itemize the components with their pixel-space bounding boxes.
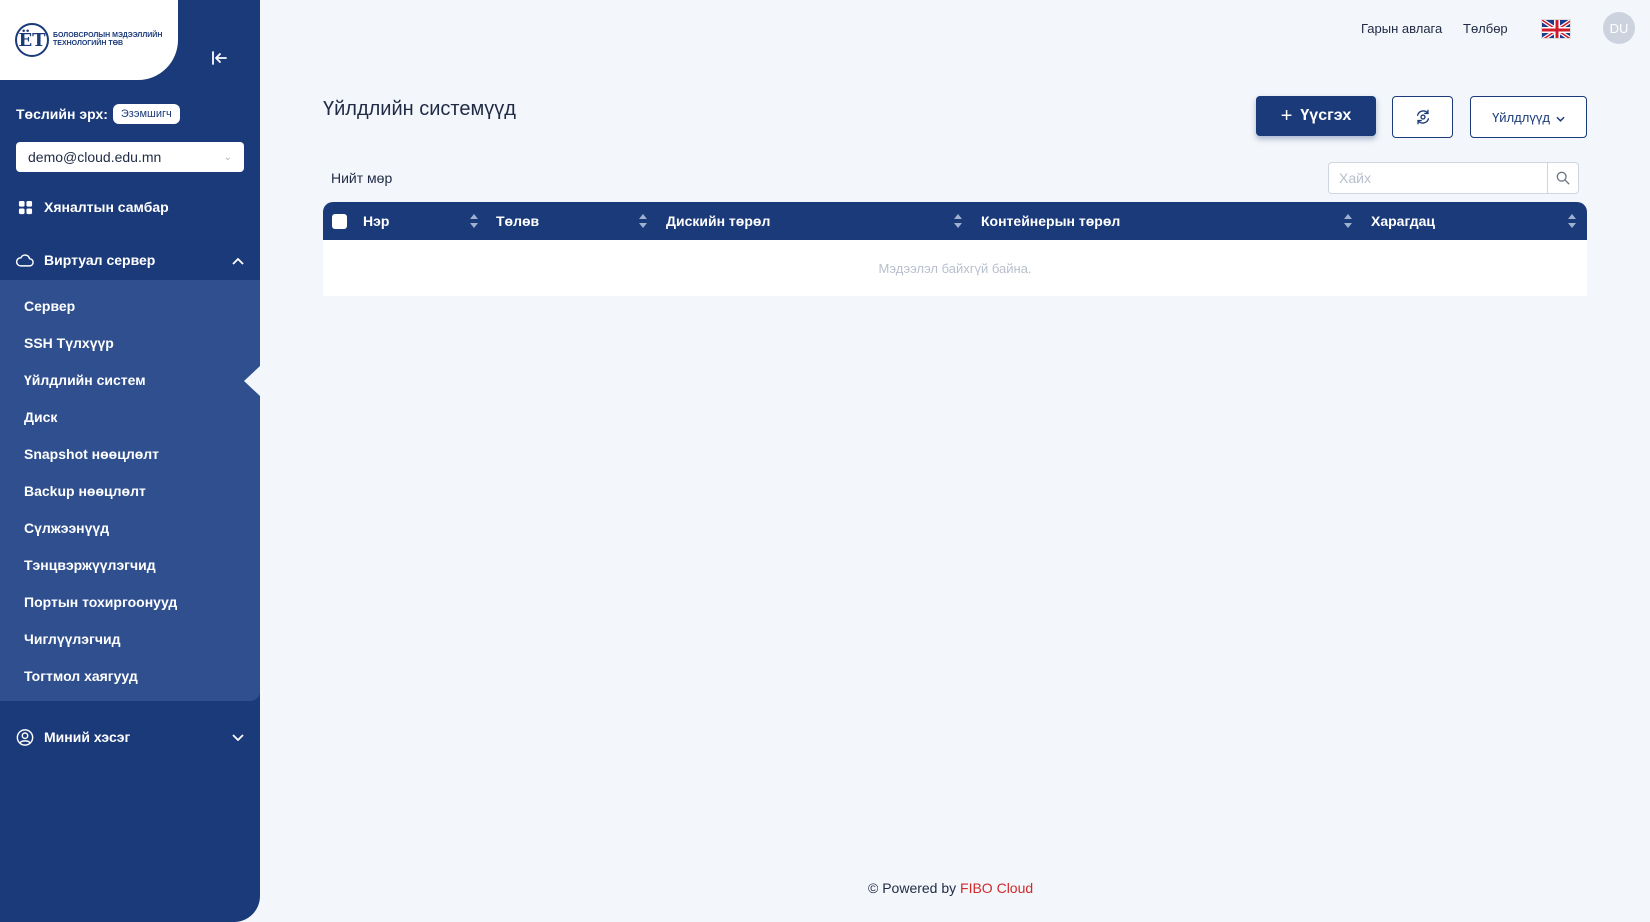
- column-header-container-type[interactable]: Контейнерын төрөл: [981, 213, 1120, 229]
- footer-prefix: © Powered by: [868, 880, 961, 896]
- nav-dashboard[interactable]: Хяналтын самбар: [16, 198, 244, 216]
- refresh-button[interactable]: [1392, 96, 1453, 138]
- table-header: Нэр Төлөв Дискийн төрөл Контейнерын төрө…: [323, 202, 1587, 240]
- plus-icon: +: [1280, 104, 1293, 127]
- user-circle-icon: [16, 728, 34, 746]
- guide-link[interactable]: Гарын авлага: [1361, 21, 1442, 36]
- footer-brand-link[interactable]: FIBO Cloud: [960, 880, 1033, 896]
- avatar[interactable]: DU: [1603, 12, 1635, 44]
- sidebar-item-routers[interactable]: Чиглүүлэгчид: [24, 631, 120, 647]
- column-header-disk-type[interactable]: Дискийн төрөл: [666, 213, 770, 229]
- table-empty-state: Мэдээлэл байхгүй байна.: [323, 240, 1587, 296]
- search-box: [1328, 162, 1579, 194]
- total-rows-label: Нийт мөр: [331, 170, 393, 186]
- nav-virtual-server-label: Виртуал сервер: [44, 252, 156, 268]
- sidebar: ЁТ БОЛОВСРОЛЫН МЭДЭЭЛЛИЙН ТЕХНОЛОГИЙН ТӨ…: [0, 0, 260, 922]
- logo[interactable]: ЁТ БОЛОВСРОЛЫН МЭДЭЭЛЛИЙН ТЕХНОЛОГИЙН ТӨ…: [0, 0, 178, 80]
- select-all-checkbox[interactable]: [332, 214, 347, 229]
- actions-dropdown[interactable]: Үйлдлүүд: [1470, 96, 1587, 138]
- sidebar-item-server[interactable]: Сервер: [24, 298, 75, 314]
- nav-virtual-server[interactable]: Виртуал сервер: [16, 251, 244, 269]
- logo-text: БОЛОВСРОЛЫН МЭДЭЭЛЛИЙН ТЕХНОЛОГИЙН ТӨВ: [53, 32, 163, 47]
- create-button[interactable]: + Үүсгэх: [1256, 96, 1376, 136]
- column-header-visibility[interactable]: Харагдац: [1371, 213, 1435, 229]
- column-header-name[interactable]: Нэр: [363, 213, 389, 229]
- search-button[interactable]: [1547, 162, 1579, 194]
- empty-message: Мэдээлэл байхгүй байна.: [878, 260, 1032, 276]
- footer: © Powered by FIBO Cloud: [868, 880, 1033, 896]
- cloud-icon: [16, 251, 34, 269]
- sidebar-item-disk[interactable]: Диск: [24, 409, 57, 425]
- collapse-sidebar-button[interactable]: [177, 24, 260, 92]
- sidebar-item-networks[interactable]: Сүлжээнүүд: [24, 520, 109, 536]
- sidebar-item-ssh-key[interactable]: SSH Түлхүүр: [24, 335, 114, 351]
- active-item-pointer: [244, 366, 260, 396]
- sidebar-item-ports[interactable]: Портын тохиргоонууд: [24, 594, 177, 610]
- sidebar-item-backup[interactable]: Backup нөөцлөлт: [24, 483, 146, 499]
- logo-mark: ЁТ: [15, 23, 49, 57]
- sort-icon[interactable]: [1344, 212, 1352, 230]
- payment-link[interactable]: Төлбөр: [1463, 21, 1508, 36]
- collapse-left-icon: [211, 51, 227, 65]
- sidebar-item-load-balancers[interactable]: Тэнцвэржүүлэгчид: [24, 557, 156, 573]
- sort-icon[interactable]: [470, 212, 478, 230]
- page-title: Үйлдлийн системүүд: [323, 98, 516, 120]
- sort-icon[interactable]: [954, 212, 962, 230]
- actions-label: Үйлдлүүд: [1492, 109, 1550, 125]
- account-value: demo@cloud.edu.mn: [28, 149, 162, 165]
- chevron-up-icon: [232, 252, 244, 268]
- sidebar-item-os[interactable]: Үйлдлийн систем: [24, 372, 146, 388]
- sort-icon[interactable]: [1568, 212, 1576, 230]
- role-badge: Эзэмшигч: [112, 104, 180, 124]
- nav-dashboard-label: Хяналтын самбар: [44, 199, 169, 215]
- search-icon: [1556, 171, 1570, 185]
- create-button-label: Үүсгэх: [1300, 107, 1352, 124]
- nav-my-section[interactable]: Миний хэсэг: [16, 728, 244, 746]
- sidebar-item-floating-ips[interactable]: Тогтмол хаягууд: [24, 668, 138, 684]
- sort-icon[interactable]: [639, 212, 647, 230]
- account-select[interactable]: demo@cloud.edu.mn ⌄: [16, 142, 244, 172]
- chevron-down-icon: [232, 729, 244, 745]
- search-input[interactable]: [1328, 162, 1547, 194]
- role-label: Төслийн эрх:: [16, 106, 108, 122]
- refresh-icon: [1416, 109, 1429, 125]
- chevron-down-icon: [1556, 110, 1565, 125]
- uk-flag-icon[interactable]: [1541, 19, 1571, 39]
- role-row: Төслийн эрх: Эзэмшигч: [16, 104, 180, 124]
- nav-my-section-label: Миний хэсэг: [44, 729, 131, 745]
- dashboard-grid-icon: [16, 198, 34, 216]
- column-header-status[interactable]: Төлөв: [496, 213, 539, 229]
- chevron-down-icon: ⌄: [223, 151, 232, 163]
- virtual-server-submenu: Сервер SSH Түлхүүр Үйлдлийн систем Диск …: [0, 280, 260, 701]
- sidebar-item-snapshot[interactable]: Snapshot нөөцлөлт: [24, 446, 159, 462]
